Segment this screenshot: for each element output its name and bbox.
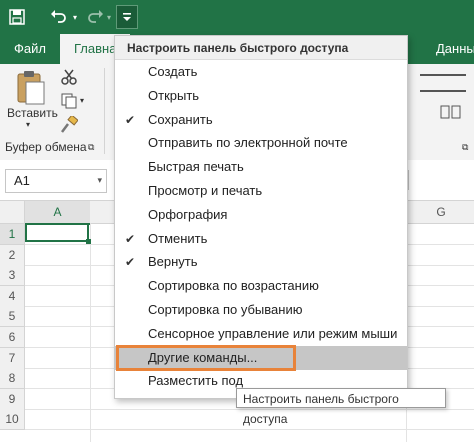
menu-item[interactable]: ✔ Отменить	[115, 227, 407, 251]
align-lines-icon[interactable]	[420, 74, 466, 92]
tab-file[interactable]: Файл	[14, 34, 54, 64]
undo-dropdown-icon[interactable]: ▾	[70, 6, 80, 28]
row-header[interactable]: 5	[0, 306, 25, 327]
column-gridline	[90, 223, 91, 442]
check-icon: ✔	[125, 255, 136, 269]
menu-item-label: Быстрая печать	[148, 159, 244, 174]
menu-item-label: Орфография	[148, 207, 228, 222]
menu-item-label: Сохранить	[148, 112, 213, 127]
menu-item[interactable]: Быстрая печать	[115, 155, 407, 179]
menu-item-label: Просмотр и печать	[148, 183, 263, 198]
menu-item-label: Разместить под	[148, 373, 244, 388]
ribbon-divider	[104, 68, 105, 154]
menu-item-label: Сенсорное управление или режим мыши	[148, 326, 398, 341]
name-box-value: A1	[14, 173, 30, 188]
menu-item[interactable]: Сортировка по убыванию	[115, 298, 407, 322]
copy-dropdown-icon[interactable]: ▾	[80, 96, 84, 105]
row-header[interactable]: 6	[0, 327, 25, 348]
paste-dropdown-icon[interactable]: ▾	[26, 120, 30, 129]
menu-item[interactable]: Сортировка по возрастанию	[115, 274, 407, 298]
clipboard-group-label: Буфер обмена	[5, 140, 87, 154]
customize-qat-icon[interactable]	[116, 5, 138, 29]
save-icon[interactable]	[4, 6, 30, 28]
column-header-a[interactable]: A	[25, 201, 91, 225]
redo-icon[interactable]	[84, 6, 106, 28]
quick-access-toolbar: ▾ ▾	[0, 0, 474, 34]
format-painter-icon[interactable]	[60, 114, 79, 134]
row-header[interactable]: 3	[0, 265, 25, 286]
menu-item[interactable]: ✔ Сохранить	[115, 108, 407, 132]
alignment-launcher-icon[interactable]: ⧉	[462, 142, 468, 153]
menu-item[interactable]: Открыть	[115, 84, 407, 108]
name-box-dropdown-icon[interactable]: ▾	[97, 175, 102, 186]
name-box[interactable]: A1 ▾	[5, 169, 107, 193]
menu-item-label: Отменить	[148, 231, 208, 246]
paste-label[interactable]: Вставить	[7, 106, 58, 120]
menu-item-label: Сортировка по убыванию	[148, 302, 303, 317]
tooltip: Настроить панель быстрого доступа	[236, 388, 446, 426]
row-header[interactable]: 9	[0, 389, 25, 410]
clipboard-launcher-icon[interactable]: ⧉	[88, 142, 94, 153]
selected-cell-a1[interactable]	[25, 223, 89, 242]
menu-item[interactable]: Сенсорное управление или режим мыши	[115, 322, 407, 346]
menu-item-label: Открыть	[148, 88, 200, 103]
tab-data[interactable]: Данны	[436, 34, 474, 64]
formula-input[interactable]	[408, 170, 469, 190]
menu-item[interactable]: Отправить по электронной почте	[115, 131, 407, 155]
row-header[interactable]: 2	[0, 245, 25, 266]
menu-item-label: Вернуть	[148, 254, 198, 269]
check-icon: ✔	[125, 113, 136, 127]
row-header[interactable]: 4	[0, 286, 25, 307]
row-header[interactable]: 1	[0, 224, 25, 245]
copy-icon[interactable]	[60, 92, 78, 110]
menu-item-label: Сортировка по возрастанию	[148, 278, 319, 293]
column-header-g[interactable]: G	[406, 201, 474, 224]
column-header[interactable]	[90, 201, 115, 224]
wrap-icon[interactable]	[440, 104, 462, 120]
menu-item[interactable]: ✔ Вернуть	[115, 250, 407, 274]
menu-item[interactable]: Просмотр и печать	[115, 179, 407, 203]
highlight-frame	[116, 345, 296, 371]
menu-item-label: Отправить по электронной почте	[148, 135, 348, 150]
row-header[interactable]: 7	[0, 348, 25, 369]
cut-icon[interactable]	[60, 68, 78, 86]
row-header[interactable]: 10	[0, 409, 25, 430]
undo-icon[interactable]	[48, 6, 70, 28]
fill-handle[interactable]	[86, 239, 91, 244]
select-all-corner[interactable]	[0, 201, 25, 224]
menu-title: Настроить панель быстрого доступа	[115, 36, 407, 60]
row-header[interactable]: 8	[0, 368, 25, 389]
menu-item[interactable]: Создать	[115, 60, 407, 84]
menu-item-label: Создать	[148, 64, 198, 79]
redo-dropdown-icon[interactable]: ▾	[104, 6, 114, 28]
menu-item[interactable]: Орфография	[115, 203, 407, 227]
check-icon: ✔	[125, 232, 136, 246]
